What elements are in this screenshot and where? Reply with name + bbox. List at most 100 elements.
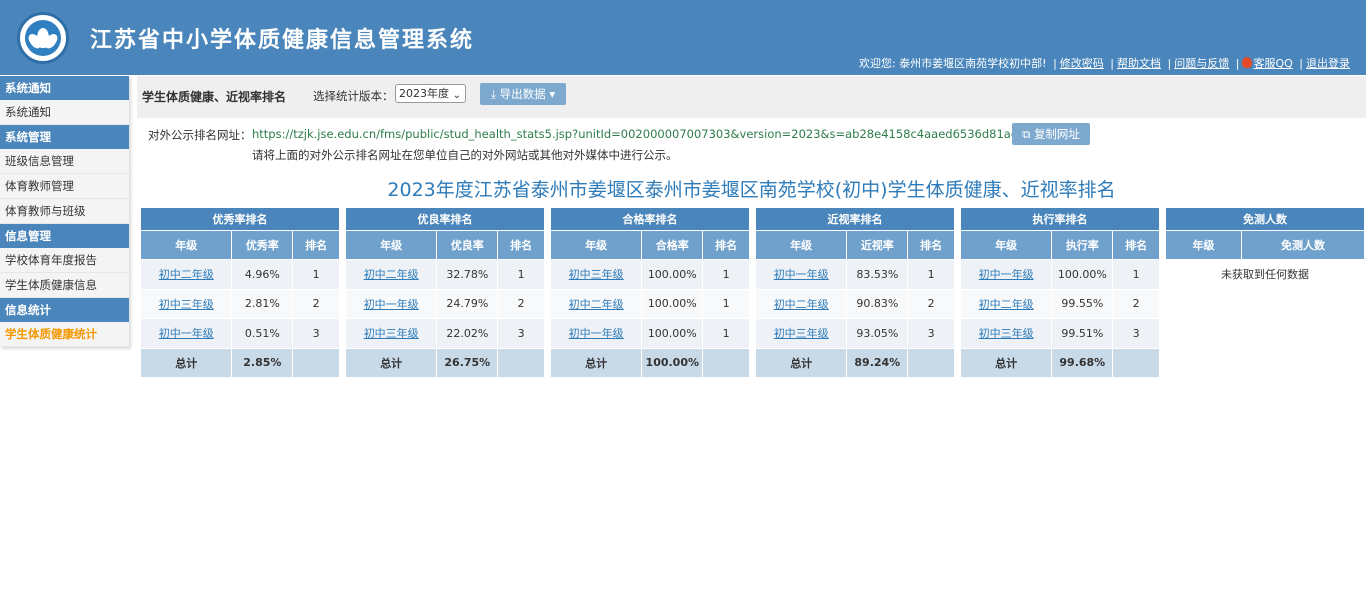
report-title: 2023年度江苏省泰州市姜堰区泰州市姜堰区南苑学校(初中)学生体质健康、近视率排… [387,179,1116,201]
table-caption: 执行率排名 [960,207,1160,231]
grade-link[interactable]: 初中一年级 [774,268,829,281]
table-row: 初中一年级 100.00% 1 [549,318,750,349]
rank-cell: 2 [292,288,340,319]
table-header: 年级 [139,230,233,260]
table-header: 优秀率 [231,230,294,260]
qq-icon [1242,57,1253,68]
total-cell: 100.00% [641,347,704,378]
exempt-header-grade: 年级 [1165,230,1242,260]
grade-link[interactable]: 初中二年级 [979,298,1034,311]
change-password-link[interactable]: 修改密码 [1060,57,1104,70]
rate-cell: 99.55% [1051,288,1114,319]
table-row: 初中二年级 4.96% 1 [139,259,340,290]
version-select-value: 2023年度 [399,87,449,100]
sidebar-item-teacher-class[interactable]: 体育教师与班级 [0,199,129,224]
feedback-link[interactable]: 问题与反馈 [1174,57,1229,70]
total-cell: 总计 [959,347,1053,378]
total-cell [292,347,340,378]
table-row: 初中二年级 90.83% 2 [754,288,955,319]
sidebar-item-notice[interactable]: 系统通知 [0,100,129,125]
grade-link[interactable]: 初中一年级 [569,327,624,340]
sidebar: 系统通知 系统通知 系统管理 班级信息管理 体育教师管理 体育教师与班级 信息管… [0,76,129,347]
rate-cell: 100.00% [641,318,704,349]
total-row: 总计 100.00% [549,347,750,378]
exempt-header-count: 免测人数 [1241,230,1365,260]
table-row: 初中二年级 99.55% 2 [959,288,1160,319]
user-bar: 欢迎您: 泰州市姜堰区南苑学校初中部! | 修改密码 | 帮助文档 | 问题与反馈 |… [858,57,1350,70]
chevron-down-icon: ⌄ [452,90,461,101]
export-data-button[interactable]: ⤓ 导出数据 ▾ [480,83,566,105]
grade-link[interactable]: 初中二年级 [569,298,624,311]
sidebar-item-class-info[interactable]: 班级信息管理 [0,149,129,174]
total-cell [497,347,545,378]
exempt-table-caption: 免测人数 [1165,207,1365,231]
rate-cell: 83.53% [846,259,909,290]
version-select[interactable]: 2023年度 ⌄ [395,84,466,103]
copy-url-button[interactable]: ⧉ 复制网址 [1012,123,1090,145]
sidebar-group-notice[interactable]: 系统通知 [0,76,129,100]
grade-link[interactable]: 初中三年级 [364,327,419,340]
table-row: 初中三年级 2.81% 2 [139,288,340,319]
grade-link[interactable]: 初中一年级 [159,327,214,340]
sidebar-group-stats[interactable]: 信息统计 [0,298,129,322]
table-header: 排名 [292,230,340,260]
grade-link[interactable]: 初中二年级 [159,268,214,281]
support-qq-link[interactable]: 客服QQ [1253,57,1292,70]
table-header: 排名 [702,230,750,260]
grade-cell: 初中三年级 [754,318,848,349]
sidebar-item-pe-teachers[interactable]: 体育教师管理 [0,174,129,199]
rank-cell: 2 [1112,288,1160,319]
copy-icon: ⧉ [1022,127,1031,141]
table-caption: 合格率排名 [550,207,750,231]
download-icon: ⤓ [490,87,496,101]
grade-link[interactable]: 初中三年级 [774,327,829,340]
table-row: 初中一年级 100.00% 1 [959,259,1160,290]
sidebar-group-info[interactable]: 信息管理 [0,224,129,248]
rate-cell: 22.02% [436,318,499,349]
total-cell [907,347,955,378]
table-row: 初中一年级 83.53% 1 [754,259,955,290]
total-cell [1112,347,1160,378]
logout-link[interactable]: 退出登录 [1306,57,1350,70]
total-cell: 总计 [344,347,438,378]
grade-cell: 初中三年级 [139,288,233,319]
rate-cell: 93.05% [846,318,909,349]
sidebar-item-student-health[interactable]: 学生体质健康信息 [0,273,129,298]
rank-cell: 1 [292,259,340,290]
public-url-label: 对外公示排名网址： [148,128,252,142]
total-cell: 99.68% [1051,347,1114,378]
table-row: 初中三年级 93.05% 3 [754,318,955,349]
rate-cell: 32.78% [436,259,499,290]
grade-cell: 初中一年级 [959,259,1053,290]
rank-cell: 3 [497,318,545,349]
grade-cell: 初中一年级 [344,288,438,319]
grade-link[interactable]: 初中三年级 [569,268,624,281]
rank-cell: 2 [497,288,545,319]
grade-link[interactable]: 初中三年级 [159,298,214,311]
sidebar-group-system[interactable]: 系统管理 [0,125,129,149]
public-url-text[interactable]: https://tzjk.jse.edu.cn/fms/public/stud_… [252,127,1073,141]
grade-cell: 初中二年级 [344,259,438,290]
grade-link[interactable]: 初中二年级 [364,268,419,281]
table-header: 年级 [959,230,1053,260]
rate-cell: 100.00% [641,288,704,319]
total-cell: 总计 [754,347,848,378]
sidebar-item-annual-report[interactable]: 学校体育年度报告 [0,248,129,273]
rank-cell: 1 [702,288,750,319]
grade-link[interactable]: 初中二年级 [774,298,829,311]
grade-cell: 初中二年级 [549,288,643,319]
sidebar-item-health-stats[interactable]: 学生体质健康统计 [0,322,129,347]
rank-cell: 1 [497,259,545,290]
system-logo [17,12,69,64]
total-row: 总计 2.85% [139,347,340,378]
help-docs-link[interactable]: 帮助文档 [1117,57,1161,70]
system-title: 江苏省中小学体质健康信息管理系统 [90,28,475,53]
rank-cell: 1 [702,318,750,349]
grade-cell: 初中一年级 [549,318,643,349]
grade-cell: 初中一年级 [139,318,233,349]
grade-link[interactable]: 初中一年级 [364,298,419,311]
table-header: 年级 [754,230,848,260]
grade-link[interactable]: 初中三年级 [979,327,1034,340]
execution-rank-table: 执行率排名 年级 执行率 排名 初中一年级 100.00% 1 初中二年级 99.55% 2 初中三… [959,207,1160,378]
grade-link[interactable]: 初中一年级 [979,268,1034,281]
